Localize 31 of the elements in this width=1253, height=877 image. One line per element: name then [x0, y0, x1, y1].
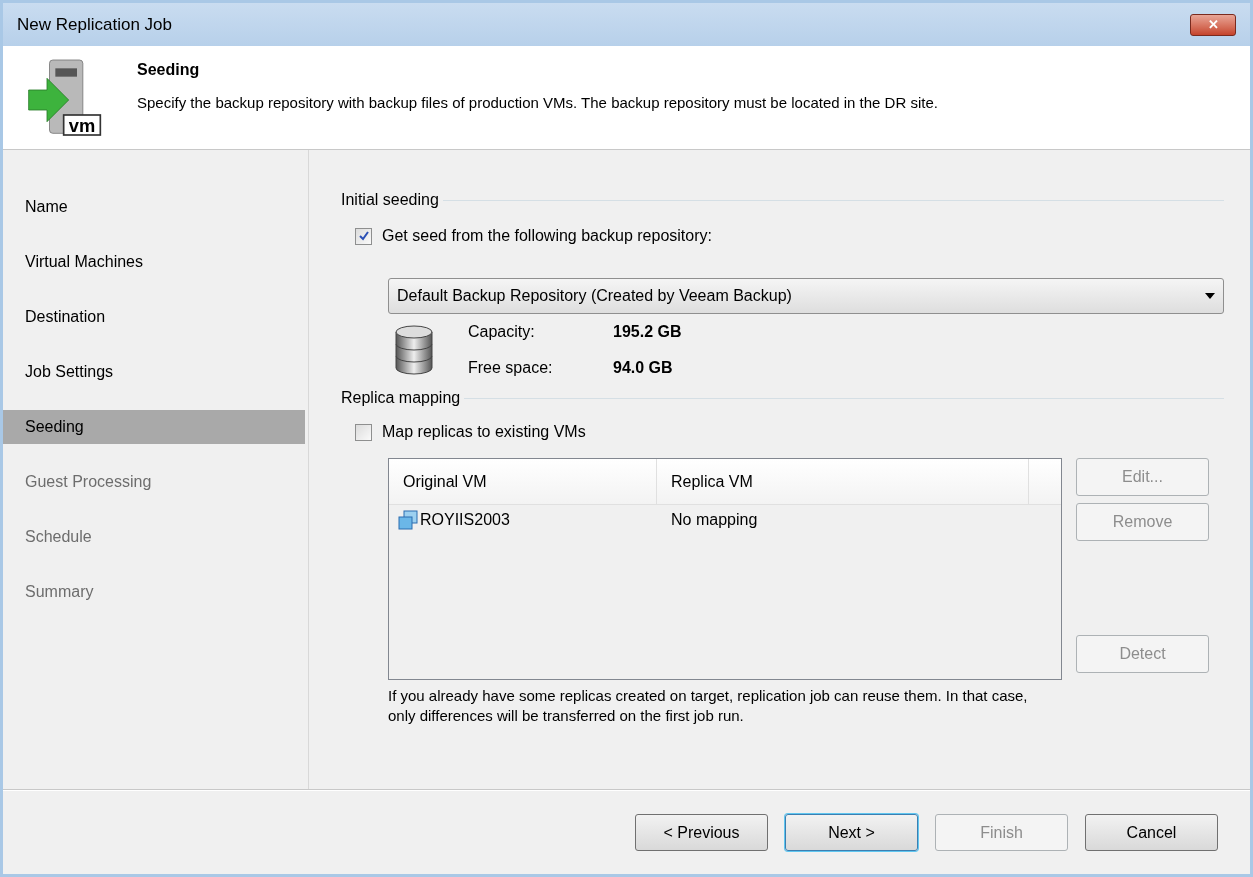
- stat-label: Free space:: [468, 358, 554, 378]
- footer-button[interactable]: Next >: [785, 814, 918, 851]
- step-description: Specify the backup repository with backup files of production VMs. The backup repository must be located in the DR site.: [137, 93, 938, 113]
- sidebar-item[interactable]: Destination: [3, 300, 305, 334]
- table-cell-text: ROYIIS2003: [420, 510, 510, 530]
- step-title: Seeding: [137, 60, 201, 80]
- stat-label: Capacity:: [468, 322, 536, 342]
- database-icon: [394, 324, 434, 376]
- icon-label: vm: [68, 114, 96, 136]
- column-header[interactable]: Original VM: [389, 459, 657, 504]
- checkbox-label: Get seed from the following backup repository:: [382, 226, 712, 246]
- checkbox[interactable]: [355, 423, 372, 441]
- stat-value: 195.2 GB: [613, 322, 682, 342]
- vm-icon: [398, 510, 418, 530]
- repository-dropdown[interactable]: Default Backup Repository (Created by Veeam Backup): [388, 278, 1224, 314]
- dropdown-arrow-icon: [1205, 293, 1215, 299]
- footer-button[interactable]: < Previous: [635, 814, 768, 851]
- checkbox-label: Map replicas to existing VMs: [382, 422, 586, 442]
- stat-value: 94.0 GB: [613, 358, 674, 378]
- sidebar-item[interactable]: Virtual Machines: [3, 245, 305, 279]
- footer-button[interactable]: Cancel: [1085, 814, 1218, 851]
- sidebar-item[interactable]: Job Settings: [3, 355, 305, 389]
- section-heading: Initial seeding: [341, 190, 439, 210]
- checkbox[interactable]: [355, 227, 372, 245]
- sidebar-item[interactable]: Seeding: [3, 410, 305, 444]
- window-title: New Replication Job: [17, 13, 172, 36]
- help-text: If you already have some replicas created on target, replication job can reuse them. In that case, only differences will be transferred on the first job run.: [388, 686, 1029, 726]
- sidebar-item[interactable]: Name: [3, 190, 305, 224]
- column-header[interactable]: Replica VM: [657, 459, 1029, 504]
- table-cell-text: No mapping: [670, 510, 759, 530]
- section-heading: Replica mapping: [341, 388, 461, 408]
